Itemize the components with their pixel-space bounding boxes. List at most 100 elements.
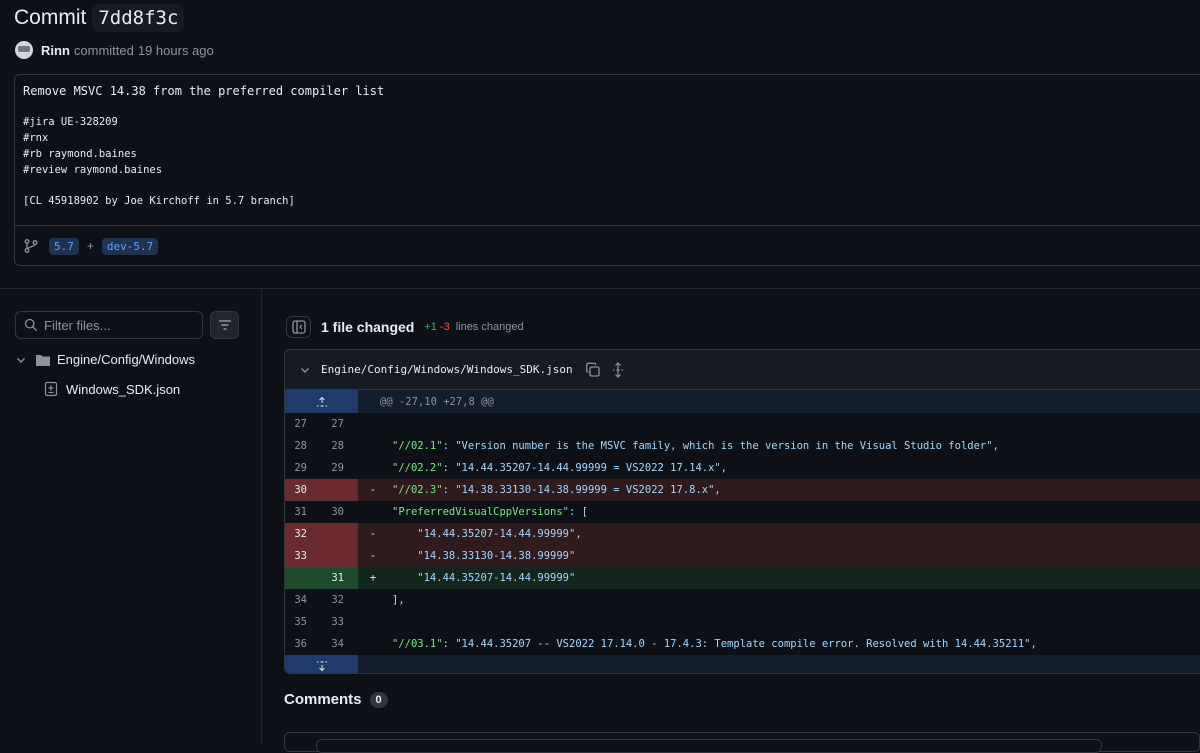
- hunk-header-text: @@ -27,10 +27,8 @@: [380, 395, 494, 408]
- author-verb: committed: [73, 42, 134, 58]
- new-line-number[interactable]: 28: [321, 435, 358, 457]
- git-branch-icon: [24, 239, 38, 253]
- code-value: : [: [569, 506, 588, 518]
- expand-up-button[interactable]: [285, 390, 358, 413]
- diff-file-path[interactable]: Engine/Config/Windows/Windows_SDK.json: [321, 363, 573, 376]
- diff-sign: [358, 413, 388, 435]
- old-line-number[interactable]: 28: [285, 435, 321, 457]
- old-line-number[interactable]: 35: [285, 611, 321, 633]
- expand-down-icon: [316, 661, 327, 672]
- commit-sha[interactable]: 7dd8f3c: [92, 4, 185, 32]
- commit-time[interactable]: 19 hours ago: [138, 43, 214, 58]
- diff-sign: +: [369, 572, 377, 584]
- diff-file-header: Engine/Config/Windows/Windows_SDK.json: [285, 350, 1200, 390]
- comments-header: Comments 0: [284, 691, 388, 708]
- new-line-number[interactable]: [321, 545, 358, 567]
- new-line-number[interactable]: [321, 479, 358, 501]
- filter-files-input[interactable]: [44, 317, 194, 333]
- old-line-number[interactable]: 29: [285, 457, 321, 479]
- expand-down-button[interactable]: [285, 655, 358, 673]
- tree-folder-item[interactable]: Engine/Config/Windows: [15, 352, 195, 367]
- old-line-number[interactable]: 34: [285, 589, 321, 611]
- diff-line-context[interactable]: 34 32],: [285, 589, 1200, 611]
- commit-title: Commit 7dd8f3c: [14, 4, 185, 32]
- commit-message-line: #jira UE-328209: [23, 116, 118, 128]
- commit-message-title: Remove MSVC 14.38 from the preferred com…: [23, 84, 385, 98]
- diff-sign: -: [369, 484, 377, 496]
- old-line-number[interactable]: 31: [285, 501, 321, 523]
- comment-input[interactable]: [316, 739, 1102, 753]
- code-value: "14.44.35207-14.44.99999": [392, 572, 576, 584]
- sidebar-divider: [261, 288, 262, 746]
- avatar[interactable]: [15, 41, 33, 59]
- commit-message-footer-line: [CL 45918902 by Joe Kirchoff in 5.7 bran…: [23, 195, 295, 207]
- filter-files-field[interactable]: [15, 311, 203, 339]
- new-line-number[interactable]: 31: [321, 567, 358, 589]
- new-line-number[interactable]: 33: [321, 611, 358, 633]
- search-icon: [24, 318, 38, 332]
- diff-line-context[interactable]: 28 28 "//02.1": "Version number is the MSV…: [285, 435, 1200, 457]
- diff-line-deleted[interactable]: 33 - "14.38.33130-14.38.99999": [285, 545, 1200, 567]
- sidebar-collapse-icon: [291, 320, 306, 334]
- code-value: : "14.44.35207-14.44.99999 = VS2022 17.1…: [442, 462, 728, 474]
- diff-line-context[interactable]: 29 29 "//02.2": "14.44.35207-14.44.99999 =…: [285, 457, 1200, 479]
- code-key: "PreferredVisualCppVersions": [392, 506, 570, 518]
- code-line: "//03.1": "14.44.35207 -- VS2022 17.14.0…: [388, 633, 1037, 655]
- code-line: "14.38.33130-14.38.99999": [388, 545, 575, 567]
- diff-line-deleted[interactable]: 32 - "14.44.35207-14.44.99999",: [285, 523, 1200, 545]
- filter-options-button[interactable]: [210, 311, 239, 339]
- code-value: : "14.38.33130-14.38.99999 = VS2022 17.8…: [442, 484, 721, 496]
- code-value: : "14.44.35207 -- VS2022 17.14.0 - 17.4.…: [442, 638, 1037, 650]
- branch-separator: +: [86, 239, 94, 253]
- lines-changed-label: lines changed: [455, 321, 524, 333]
- toggle-file-tree-button[interactable]: [286, 316, 311, 338]
- chevron-down-icon[interactable]: [299, 364, 311, 376]
- old-line-number[interactable]: 27: [285, 413, 321, 435]
- deletions-count: -3: [439, 321, 450, 333]
- chevron-down-icon[interactable]: [15, 354, 27, 366]
- diff-line-deleted[interactable]: 30 - "//02.3": "14.38.33130-14.38.99999 = …: [285, 479, 1200, 501]
- section-divider: [0, 288, 1200, 289]
- diff-sign: [358, 633, 388, 655]
- old-line-number[interactable]: 33: [285, 545, 321, 567]
- new-line-number[interactable]: 30: [321, 501, 358, 523]
- diff-line-added[interactable]: 31 + "14.44.35207-14.44.99999": [285, 567, 1200, 589]
- author-row: Rinn committed 19 hours ago: [15, 41, 214, 59]
- old-line-number[interactable]: 32: [285, 523, 321, 545]
- diff-line-context[interactable]: 27 27: [285, 413, 1200, 435]
- commit-message-body: Remove MSVC 14.38 from the preferred com…: [15, 75, 1200, 211]
- code-line: "//02.3": "14.38.33130-14.38.99999 = VS2…: [388, 479, 721, 501]
- code-line: "14.44.35207-14.44.99999": [388, 567, 575, 589]
- old-line-number[interactable]: 36: [285, 633, 321, 655]
- comments-label: Comments: [284, 691, 362, 708]
- copy-icon[interactable]: [585, 362, 601, 378]
- new-line-number[interactable]: 29: [321, 457, 358, 479]
- code-key: "//02.2": [392, 462, 443, 474]
- diff-sign: -: [369, 550, 377, 562]
- new-line-number[interactable]: 34: [321, 633, 358, 655]
- diff-line-context[interactable]: 36 34 "//03.1": "14.44.35207 -- VS2022 17.…: [285, 633, 1200, 655]
- diff-line-context[interactable]: 31 30 "PreferredVisualCppVersions": [: [285, 501, 1200, 523]
- expand-all-icon[interactable]: [611, 361, 625, 378]
- commit-message-line: #rnx: [23, 132, 49, 144]
- file-diff-icon: [44, 381, 58, 397]
- new-line-number[interactable]: [321, 523, 358, 545]
- new-line-number[interactable]: 32: [321, 589, 358, 611]
- old-line-number[interactable]: 30: [285, 479, 321, 501]
- diff-sign: [358, 589, 388, 611]
- diff-lines: 27 27 28 28 "//02.1": "Version number is the…: [285, 413, 1200, 655]
- additions-count: +1: [424, 321, 437, 333]
- tree-folder-label: Engine/Config/Windows: [57, 352, 196, 367]
- code-line: "PreferredVisualCppVersions": [: [388, 501, 588, 523]
- filter-icon: [218, 320, 231, 330]
- branch-chip[interactable]: dev-5.7: [101, 237, 159, 255]
- tree-file-item[interactable]: Windows_SDK.json: [44, 381, 180, 397]
- diff-line-context[interactable]: 35 33: [285, 611, 1200, 633]
- author-name[interactable]: Rinn: [41, 43, 70, 58]
- branch-chip[interactable]: 5.7: [49, 237, 79, 255]
- new-line-number[interactable]: 27: [321, 413, 358, 435]
- tree-file-label: Windows_SDK.json: [66, 381, 181, 397]
- old-line-number[interactable]: [285, 567, 321, 589]
